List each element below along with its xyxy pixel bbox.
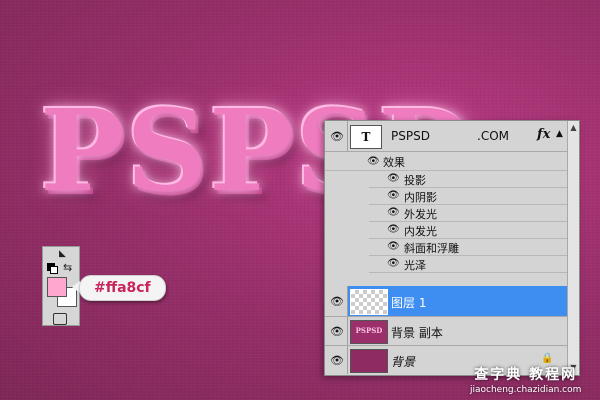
effect-row[interactable]: 👁 斜面和浮雕 xyxy=(369,239,568,256)
effect-label: 外发光 xyxy=(404,208,437,221)
eye-icon[interactable]: 👁 xyxy=(367,156,380,167)
eye-icon: 👁 xyxy=(330,325,344,338)
effect-label: 内发光 xyxy=(404,225,437,238)
effect-row[interactable]: 👁 投影 xyxy=(369,171,568,188)
foreground-color-swatch[interactable] xyxy=(47,277,67,297)
eye-icon[interactable]: 👁 xyxy=(387,259,400,269)
layer-name[interactable]: 背景 xyxy=(391,353,415,370)
effect-label: 斜面和浮雕 xyxy=(404,242,459,255)
effect-row[interactable]: 👁 内发光 xyxy=(369,222,568,239)
effect-row[interactable]: 👁 内阴影 xyxy=(369,188,568,205)
default-colors-icon[interactable] xyxy=(47,263,58,274)
watermark-title: 查字典 教程网 xyxy=(474,367,578,383)
color-hex-tag: #ffa8cf xyxy=(79,275,166,301)
bg-copy-thumbnail: PSPSD xyxy=(350,320,388,344)
lock-icon: 🔒 xyxy=(541,353,554,364)
layers-panel: 👁 T PSPSD .COM fx ▲ 👁 效果 👁 投影 👁 内阴影 👁 外发… xyxy=(324,120,580,376)
watermark: 查字典 教程网 jiaocheng.chazidian.com xyxy=(470,364,581,395)
quick-mask-icon[interactable] xyxy=(53,313,67,325)
eye-icon: 👁 xyxy=(330,130,344,143)
effects-header-row[interactable]: 👁 效果 xyxy=(325,152,568,171)
layer-row-bg-copy[interactable]: 👁 PSPSD 背景 副本 xyxy=(325,317,568,346)
layer-name[interactable]: 背景 副本 xyxy=(391,324,443,341)
layer-name[interactable]: 图层 1 xyxy=(391,294,426,311)
eye-icon: 👁 xyxy=(330,295,344,308)
fx-icon[interactable]: fx xyxy=(537,127,550,142)
watermark-url: jiaocheng.chazidian.com xyxy=(470,385,582,395)
layer-name[interactable]: PSPSD xyxy=(391,129,430,143)
text-layer-thumbnail: T xyxy=(350,125,382,149)
effect-label: 光泽 xyxy=(404,259,426,272)
eye-icon[interactable]: 👁 xyxy=(387,208,400,218)
effects-header-label: 效果 xyxy=(383,156,405,169)
transparent-layer-thumbnail xyxy=(350,289,388,315)
expand-arrow-icon[interactable]: ▲ xyxy=(556,129,563,139)
eye-icon[interactable]: 👁 xyxy=(387,191,400,201)
layer-name-suffix: .COM xyxy=(477,129,509,143)
swap-arrows-icon[interactable]: ⇆ xyxy=(63,261,72,274)
visibility-toggle[interactable]: 👁 xyxy=(325,346,348,374)
eye-icon[interactable]: 👁 xyxy=(387,242,400,252)
panel-scrollbar[interactable]: ▲ ▼ xyxy=(567,121,579,375)
eye-icon[interactable]: 👁 xyxy=(387,225,400,235)
background-thumbnail xyxy=(350,349,388,373)
layer-row-layer1[interactable]: 👁 图层 1 xyxy=(325,286,568,317)
eye-icon: 👁 xyxy=(330,354,344,367)
text-layer-row[interactable]: 👁 T PSPSD .COM fx ▲ xyxy=(325,121,568,152)
effect-row[interactable]: 👁 外发光 xyxy=(369,205,568,222)
toolbox-arrow-icon: ◣ xyxy=(59,249,66,259)
visibility-toggle[interactable]: 👁 xyxy=(325,286,348,316)
effect-label: 内阴影 xyxy=(404,191,437,204)
scroll-up-icon[interactable]: ▲ xyxy=(569,123,578,133)
eye-icon[interactable]: 👁 xyxy=(387,174,400,184)
visibility-toggle[interactable]: 👁 xyxy=(325,317,348,345)
effect-row[interactable]: 👁 光泽 xyxy=(369,256,568,273)
visibility-toggle[interactable]: 👁 xyxy=(325,121,348,151)
effect-label: 投影 xyxy=(404,174,426,187)
